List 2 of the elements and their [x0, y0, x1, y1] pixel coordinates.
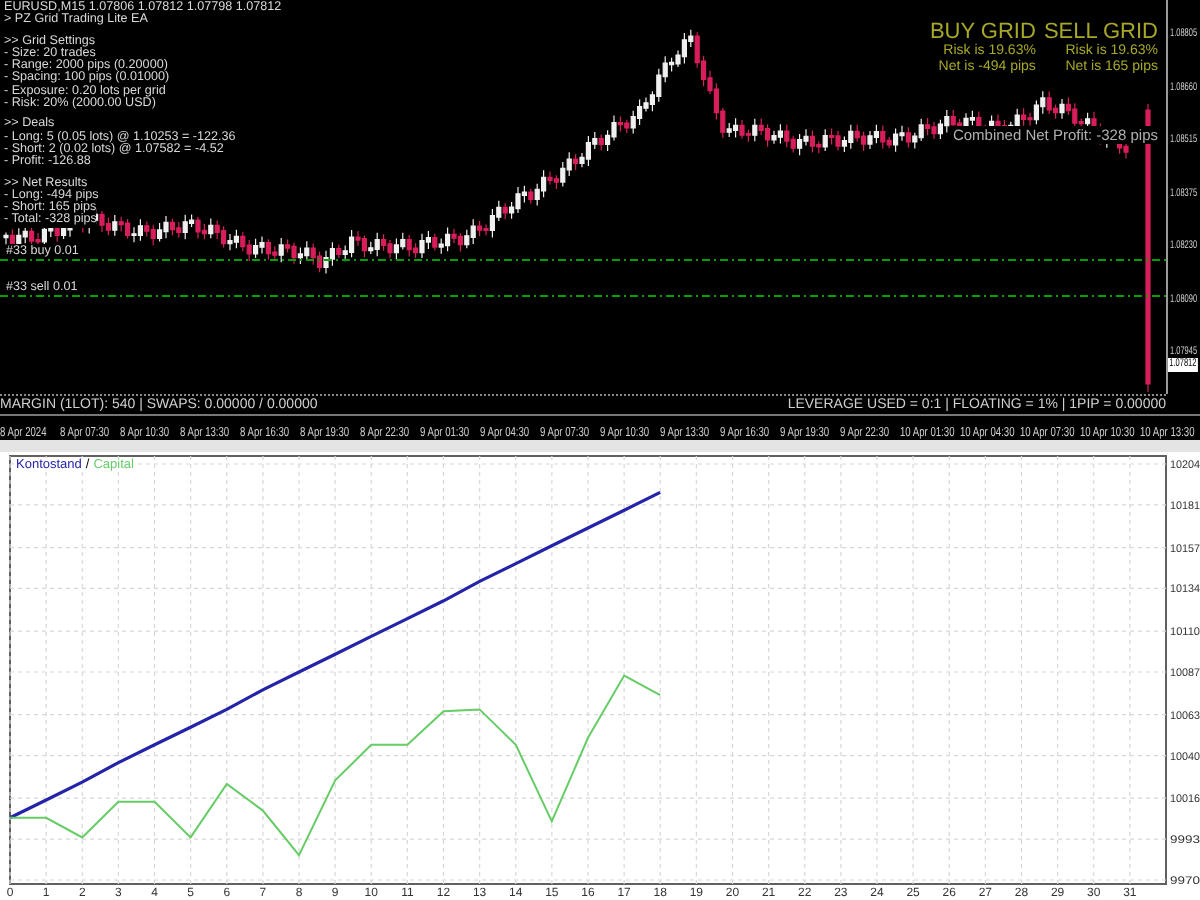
grid-title: BUY GRID	[929, 20, 1036, 44]
grid-title: SELL GRID	[1043, 20, 1158, 44]
